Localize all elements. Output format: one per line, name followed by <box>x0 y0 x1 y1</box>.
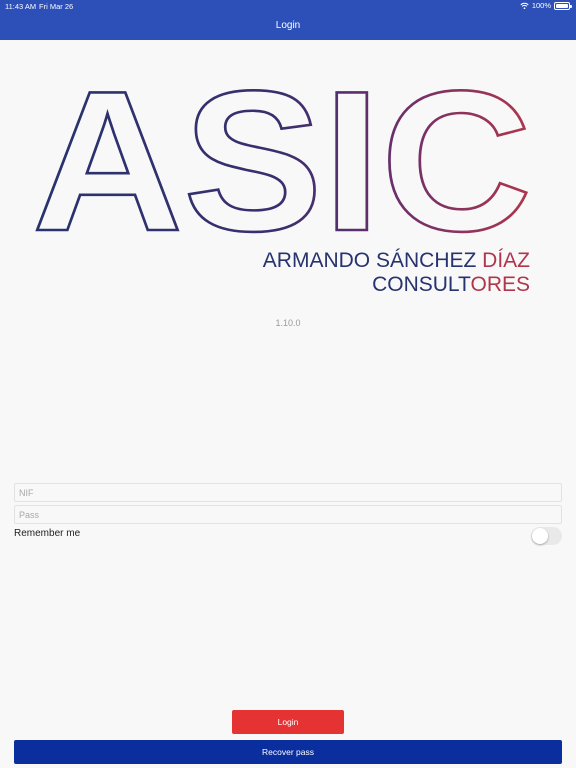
logo-name-part1: ARMANDO SÁNCHEZ <box>263 249 482 272</box>
pass-input[interactable] <box>14 505 562 524</box>
logo-big-letters: ASIC <box>32 70 532 273</box>
logo-subtitle-part2: ORES <box>470 273 530 296</box>
asic-logo: ASIC ARMANDO SÁNCHEZ DÍAZ CONSULTORES <box>28 70 538 300</box>
nif-input[interactable] <box>14 483 562 502</box>
nav-bar: Login <box>0 12 576 40</box>
logo-letter-s: S <box>183 70 323 273</box>
logo-letter-i: I <box>323 70 381 273</box>
asic-logo-graphic: ASIC ARMANDO SÁNCHEZ DÍAZ CONSULTORES <box>31 70 534 296</box>
logo-company-name: ARMANDO SÁNCHEZ DÍAZ <box>263 249 530 272</box>
logo-name-part2: DÍAZ <box>482 249 530 272</box>
login-button[interactable]: Login <box>232 710 344 734</box>
remember-me-toggle[interactable] <box>531 527 562 545</box>
logo-subtitle: CONSULTORES <box>372 273 530 296</box>
logo-letter-c: C <box>381 70 532 273</box>
wifi-icon <box>520 2 529 9</box>
toggle-knob <box>532 528 548 544</box>
nav-title: Login <box>275 20 301 31</box>
status-right: 100% <box>520 1 572 10</box>
battery-icon <box>554 1 572 10</box>
status-date: Fri Mar 26 <box>39 2 74 11</box>
recover-pass-button[interactable]: Recover pass <box>14 740 562 764</box>
battery-percent: 100% <box>531 1 551 10</box>
app-version: 1.10.0 <box>275 318 301 328</box>
remember-me-label: Remember me <box>14 528 81 539</box>
status-bar: 11:43 AM Fri Mar 26 100% <box>0 0 576 12</box>
logo-subtitle-part1: CONSULT <box>372 273 471 296</box>
logo-letter-a: A <box>32 70 183 273</box>
status-time: 11:43 AM <box>5 2 37 11</box>
